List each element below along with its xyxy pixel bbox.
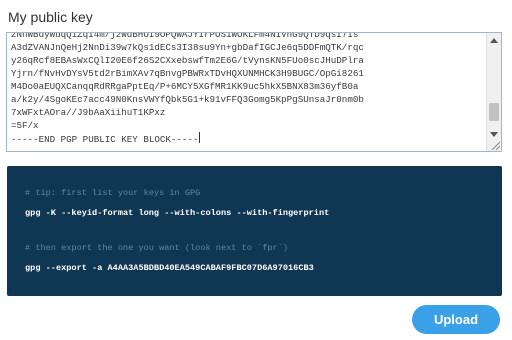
public-key-textarea[interactable]: zNhWBdyWuqQ1ZqI4m/j2WdBHOI9OPQWAJYIrPOS1…: [6, 32, 502, 152]
code-command-list-keys: gpg -K --keyid-format long --with-colons…: [25, 208, 330, 218]
key-line: A3dZVANJnQeHj2NnDi39w7kQs1dECs3I38su9Yn+…: [11, 42, 364, 53]
key-line: zNhWBdyWuqQ1ZqI4m/j2WdBHOI9OPQWAJYIrPOS1…: [11, 32, 359, 40]
upload-button[interactable]: Upload: [412, 305, 500, 334]
scroll-down-arrow-icon[interactable]: [487, 127, 501, 141]
public-key-text[interactable]: zNhWBdyWuqQ1ZqI4m/j2WdBHOI9OPQWAJYIrPOS1…: [11, 32, 483, 146]
vertical-scrollbar[interactable]: [486, 33, 501, 151]
key-line: -----END PGP PUBLIC KEY BLOCK-----: [11, 134, 199, 145]
code-comment-list-keys: # tip: first list your keys in GPG: [25, 188, 201, 198]
code-command-export: gpg --export -a A4AA3A5BDBD40EA549CABAF9…: [25, 263, 314, 273]
key-line: 7xWFxtAOra//J9bAaXiihuT1KPxz: [11, 107, 166, 118]
key-line: a/k2y/4SgoKEc7acc49N0KnsVWYfQbk5G1+k91vF…: [11, 94, 364, 105]
key-line: y26qRcf8EBAsWxCQlI20E6f26S2CXxebswfTm2E6…: [11, 55, 364, 66]
gpg-instructions-code-block: # tip: first list your keys in GPG gpg -…: [7, 166, 502, 296]
code-comment-export: # then export the one you want (look nex…: [25, 243, 289, 253]
scroll-up-arrow-icon[interactable]: [487, 33, 501, 47]
text-caret: [199, 132, 201, 143]
resize-handle-icon[interactable]: [490, 140, 500, 150]
scrollbar-thumb[interactable]: [489, 103, 499, 121]
public-key-label: My public key: [8, 9, 93, 25]
key-line: Yjrn/fNvHvDYsV5td2rBimXAv7qBnvgPBWRxTDvH…: [11, 68, 364, 79]
key-line: =5F/x: [11, 120, 39, 131]
key-line: M4Do0aEUQXCanqqRdRRgaPptEq/P+6MCY5XGfMR1…: [11, 81, 359, 92]
